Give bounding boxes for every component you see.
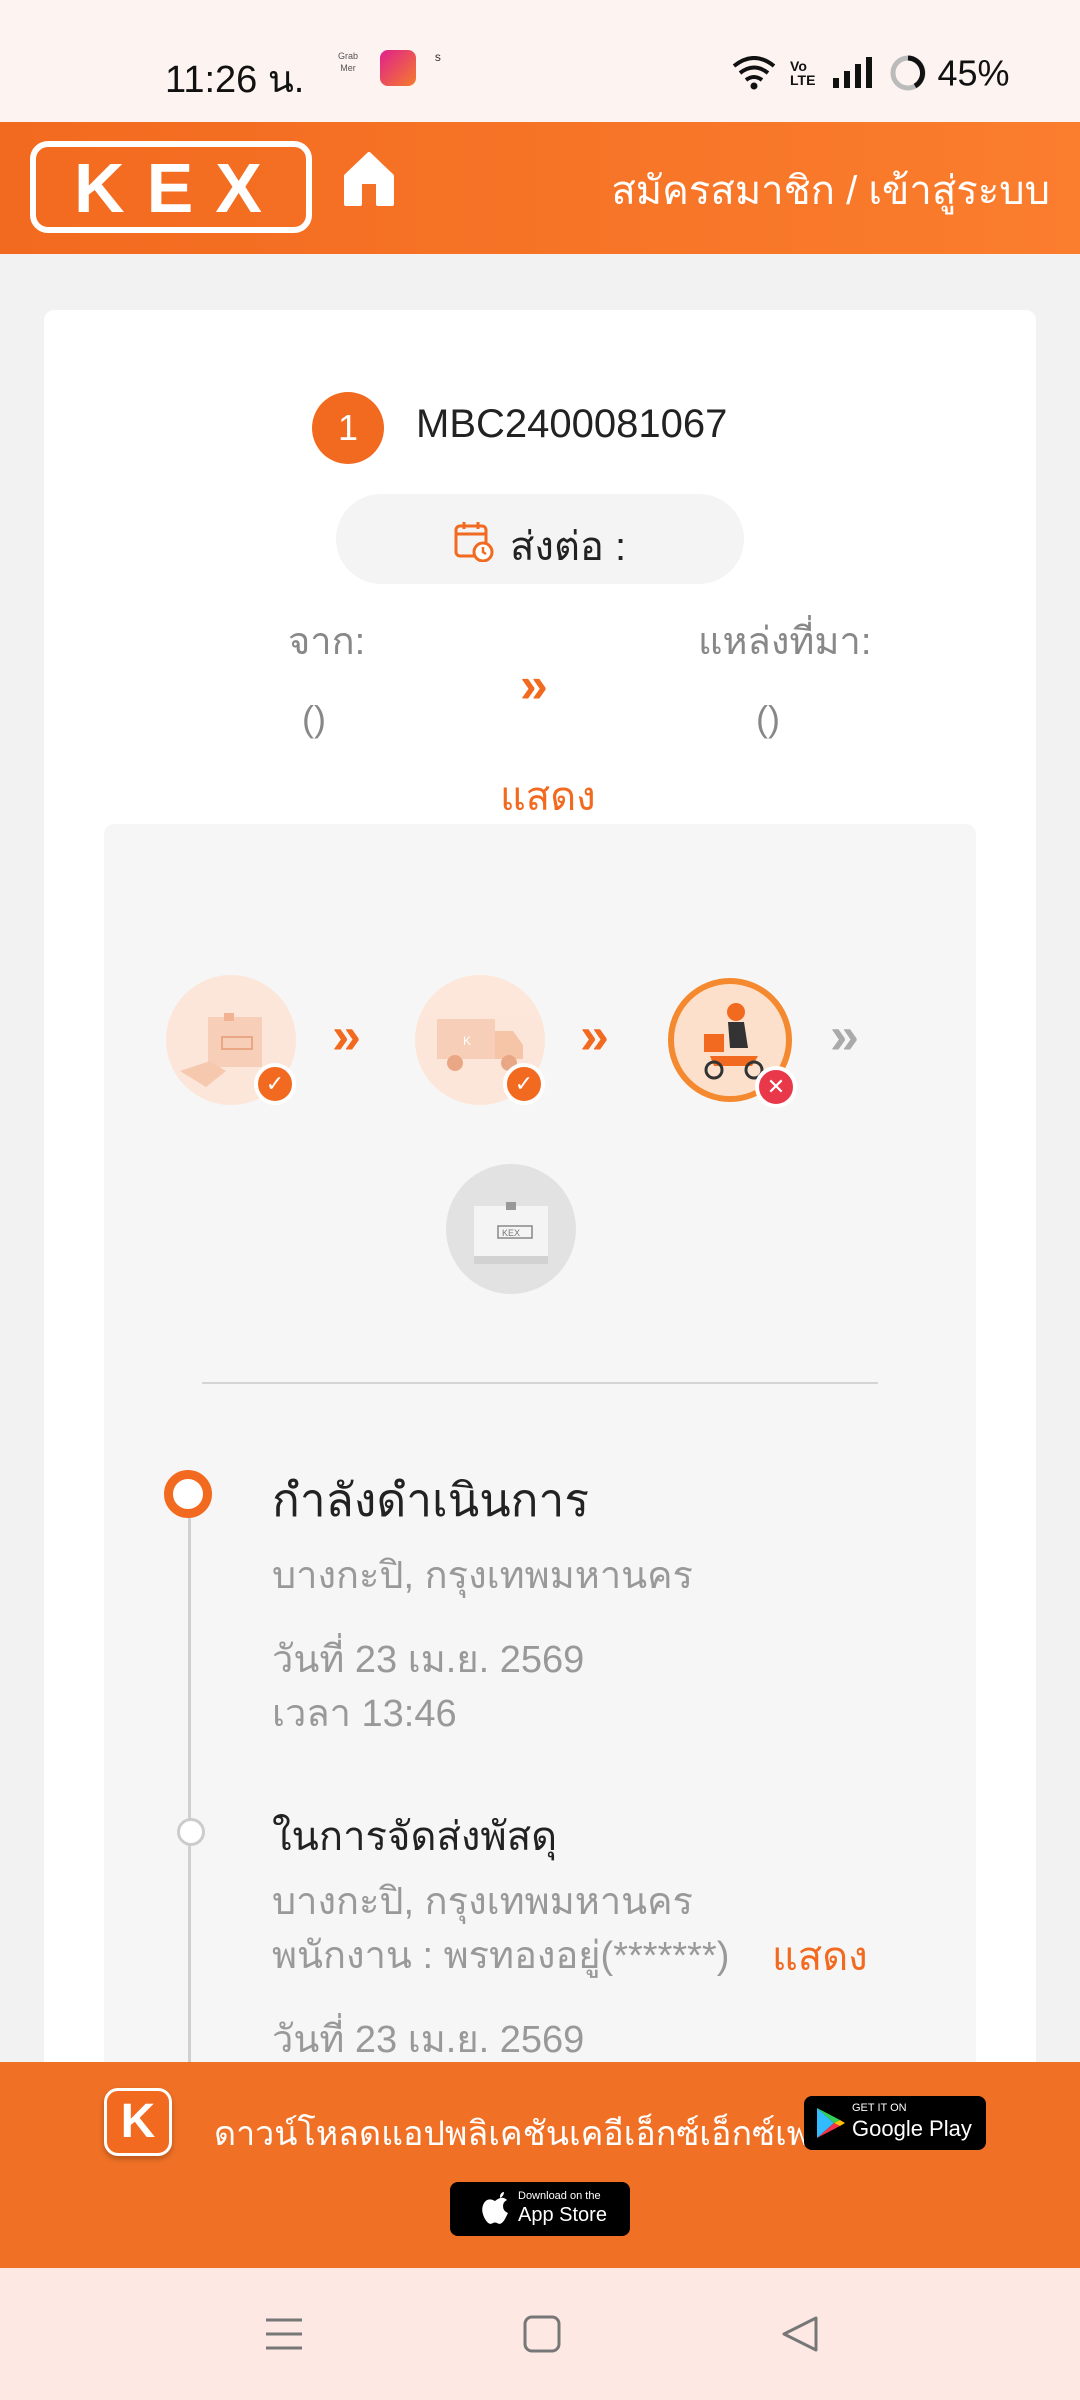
kex-logo[interactable]: KEX (30, 141, 312, 233)
timeline-dot-current (164, 1470, 212, 1518)
google-play-small-label: GET IT ON (852, 2102, 907, 2114)
svg-text:K: K (463, 1034, 471, 1048)
from-label: จาก: (288, 621, 366, 663)
signal-icon (833, 57, 873, 89)
timeline-event-date: วันที่ 23 เม.ย. 2569 (272, 2019, 585, 2061)
panel-divider (202, 1382, 878, 1384)
timeline-line (188, 1500, 191, 2120)
download-app-text: ดาวน์โหลดแอปพลิเคชันเคอีเอ็กซ์เอ็กซ์เพรส (214, 2115, 849, 2153)
app-store-button[interactable]: Download on the App Store (450, 2182, 630, 2236)
box-icon: KEX (474, 1202, 548, 1264)
show-details-link[interactable]: แสดง (500, 764, 596, 828)
status-app-icons: Grab Mer s (330, 50, 455, 86)
shipment-index-badge: 1 (312, 392, 384, 464)
recent-apps-icon[interactable] (264, 2314, 304, 2354)
kex-app-icon[interactable]: K (104, 2088, 172, 2156)
home-icon[interactable] (340, 150, 398, 208)
volte-icon: Vo LTE (790, 58, 816, 89)
shopee-icon: s (434, 50, 441, 64)
from-value: () (302, 698, 326, 739)
timeline-event-date: วันที่ 23 เม.ย. 2569 (272, 1639, 585, 1681)
step-chevron-icon: » (830, 1007, 859, 1065)
step-delivered: KEX (446, 1164, 576, 1294)
tracking-number: MBC2400081067 (416, 402, 728, 446)
step-delivery-failed-icon: ✕ (755, 1066, 797, 1108)
battery-icon (890, 55, 926, 91)
timeline-event-location: บางกะปิ, กรุงเทพมหานคร (272, 1555, 693, 1597)
calendar-clock-icon (454, 522, 494, 562)
home-nav-icon[interactable] (522, 2314, 562, 2354)
timeline-event-time: เวลา 13:46 (272, 1693, 457, 1735)
google-play-label: Google Play (852, 2116, 972, 2141)
wifi-icon (732, 56, 776, 90)
source-value: () (756, 698, 780, 739)
google-play-icon (817, 2108, 845, 2138)
timeline-event-staff: พนักงาน : พรทองอยู่(*******) (272, 1935, 730, 1977)
google-play-button[interactable]: GET IT ON Google Play (804, 2096, 986, 2150)
source-label: แหล่งที่มา: (698, 621, 872, 663)
grab-merchant-icon: Grab Mer (337, 51, 358, 73)
forward-label: ส่งต่อ : (510, 525, 627, 569)
step-transit-check-icon: ✓ (503, 1063, 545, 1105)
step-chevron-icon: » (332, 1007, 361, 1065)
show-staff-link[interactable]: แสดง (772, 1924, 868, 1988)
step-chevron-icon: » (580, 1007, 609, 1065)
apple-icon (482, 2192, 508, 2224)
lazada-icon (380, 50, 417, 86)
double-chevron-icon: » (520, 657, 548, 713)
timeline-event-title: กำลังดำเนินการ (272, 1474, 590, 1526)
app-store-label: App Store (518, 2204, 607, 2226)
signup-login-link[interactable]: สมัครสมาชิก / เข้าสู่ระบบ (611, 158, 1050, 222)
step-pickup-check-icon: ✓ (254, 1063, 296, 1105)
status-right: Vo LTE 45% (732, 50, 1010, 94)
timeline-event-title: ในการจัดส่งพัสดุ (272, 1815, 558, 1859)
status-time: 11:26 น. (165, 59, 305, 101)
battery-level: 45% (937, 52, 1010, 94)
timeline-dot (177, 1818, 205, 1846)
app-store-small-label: Download on the (518, 2190, 601, 2202)
back-nav-icon[interactable] (780, 2314, 820, 2354)
box-label: KEX (502, 1228, 520, 1238)
timeline-event-location: บางกะปิ, กรุงเทพมหานคร (272, 1881, 693, 1923)
